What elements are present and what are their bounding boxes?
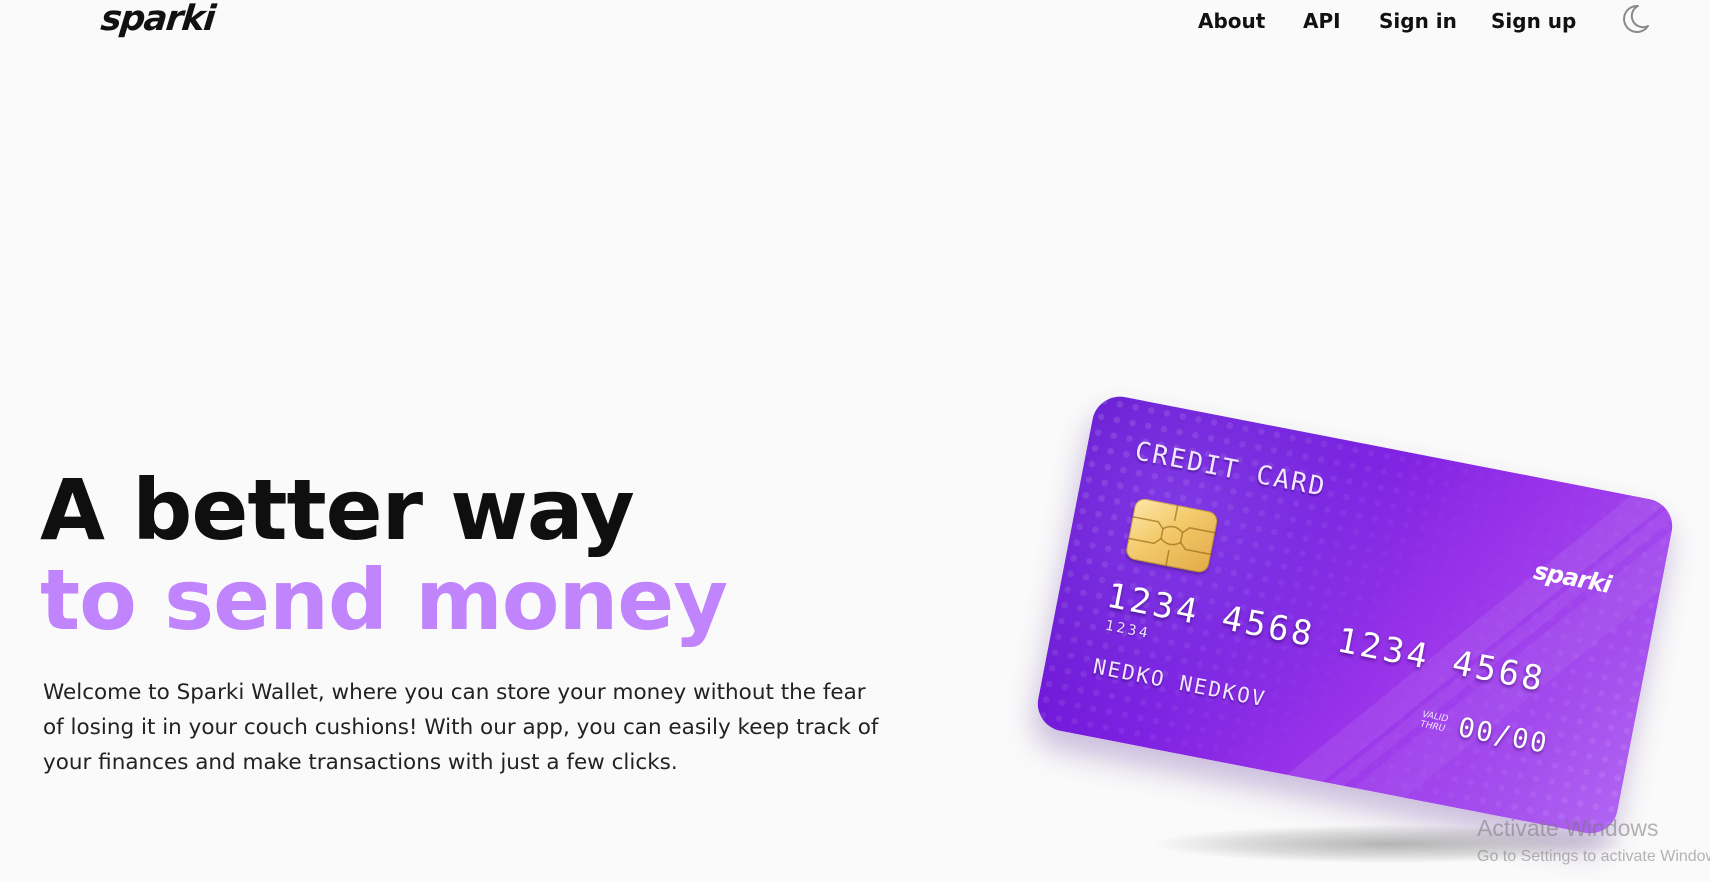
moon-icon — [1623, 4, 1649, 33]
nav-api-link[interactable]: API — [1303, 8, 1341, 34]
nav-about-link[interactable]: About — [1198, 8, 1265, 34]
nav-sign-in-link[interactable]: Sign in — [1379, 8, 1457, 34]
credit-card-illustration: CREDIT CARD sparki 1234 4568 1234 4568 1… — [1032, 391, 1678, 839]
hero-headline-line1: A better way — [40, 461, 635, 559]
theme-toggle-button[interactable] — [1618, 2, 1652, 36]
hero-headline-line2: to send money — [40, 551, 728, 649]
hero-description: Welcome to Sparki Wallet, where you can … — [43, 680, 879, 775]
windows-activation-subtitle: Go to Settings to activate Windows. — [1477, 848, 1710, 865]
logo[interactable]: sparki — [99, 0, 216, 39]
windows-activation-title: Activate Windows — [1477, 815, 1659, 841]
nav-sign-up-link[interactable]: Sign up — [1491, 8, 1576, 34]
